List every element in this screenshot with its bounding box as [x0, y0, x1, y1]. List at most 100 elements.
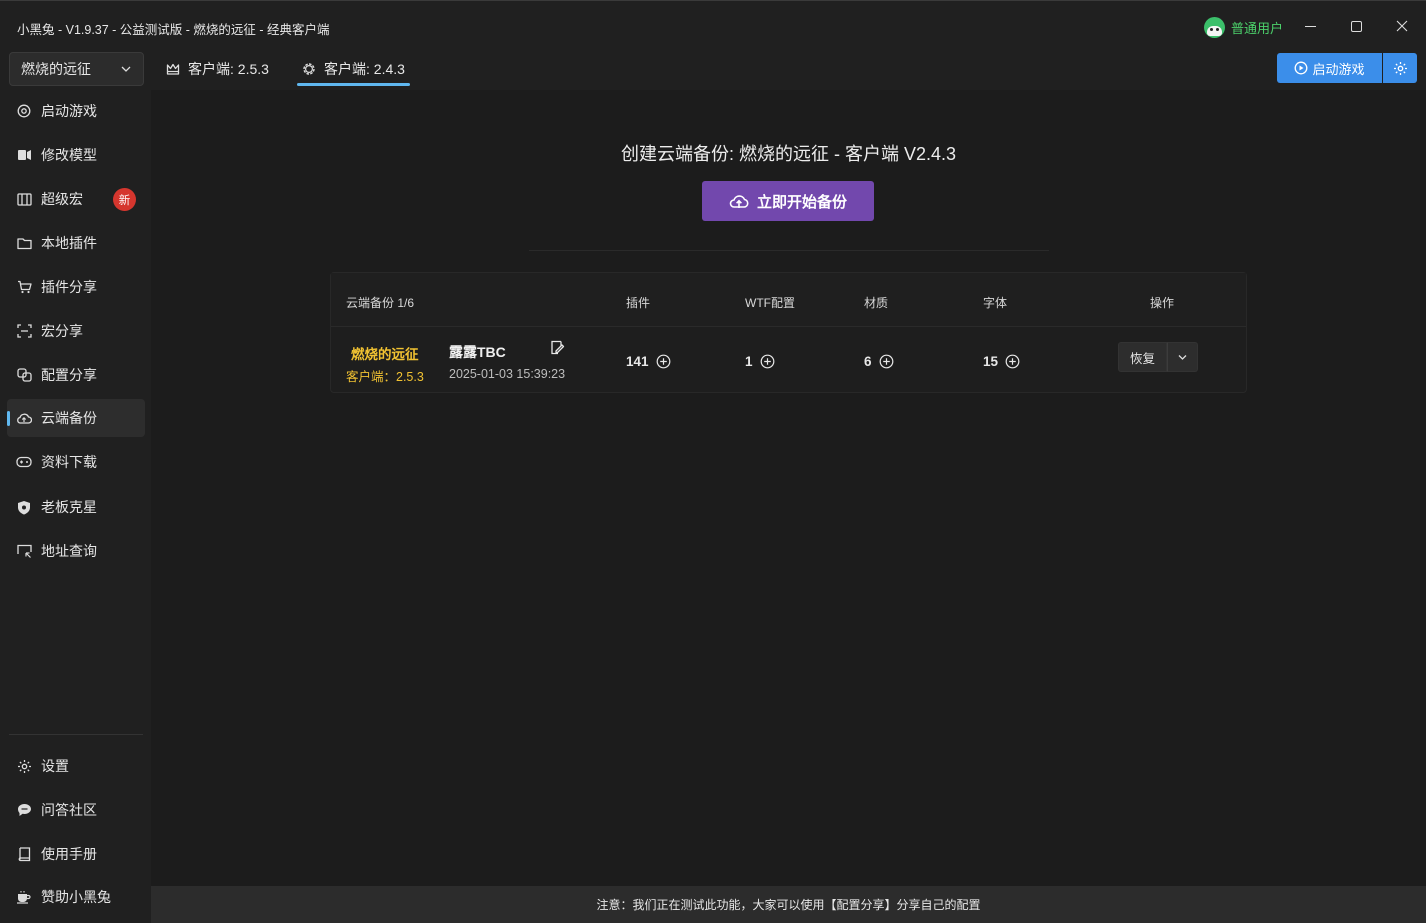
start-game-label: 启动游戏	[1312, 61, 1365, 77]
cloud-upload-icon	[729, 194, 749, 208]
sidebar-item-label: 本地插件	[41, 235, 97, 251]
book-icon	[16, 846, 32, 862]
chevron-down-icon	[1178, 354, 1187, 360]
sidebar: 燃烧的远征 启动游戏 修改模型 超级宏 新 本地插件 插件分享 宏分享 配置分享…	[0, 50, 151, 923]
row-game: 燃烧的远征	[351, 347, 419, 362]
tab-client-253[interactable]: 客户端: 2.5.3	[166, 50, 269, 88]
main-content: 客户端: 2.5.3 客户端: 2.4.3 启动游戏 创建云端备份: 燃烧的远征…	[151, 50, 1426, 923]
settings-button[interactable]	[1383, 53, 1417, 83]
minimize-button[interactable]	[1287, 1, 1333, 51]
wtf-count: 1	[745, 354, 753, 369]
row-date: 2025-01-03 15:39:23	[449, 367, 566, 381]
tab-client-243[interactable]: 客户端: 2.4.3	[297, 50, 410, 88]
sidebar-item-config-share[interactable]: 配置分享	[7, 356, 145, 394]
footer-text: 注意：我们正在测试此功能，大家可以使用【配置分享】分享自己的配置	[596, 898, 981, 912]
avatar	[1204, 16, 1225, 38]
materials-count: 6	[864, 354, 872, 369]
sidebar-item-cloud-backup[interactable]: 云端备份	[7, 399, 145, 437]
title-bar: 小黑兔 - V1.9.37 - 公益测试版 - 燃烧的远征 - 经典客户端 普通…	[0, 0, 1426, 50]
add-circle-icon[interactable]	[879, 354, 894, 369]
add-circle-icon[interactable]	[656, 354, 671, 369]
macro-icon	[16, 191, 32, 207]
game-select-value: 燃烧的远征	[21, 61, 91, 77]
chevron-down-icon	[121, 66, 131, 72]
sidebar-item-label: 配置分享	[41, 367, 97, 383]
target-icon	[16, 103, 32, 119]
shield-icon	[16, 499, 32, 515]
game-select[interactable]: 燃烧的远征	[9, 52, 144, 86]
sidebar-item-addon-share[interactable]: 插件分享	[7, 268, 145, 306]
sidebar-item-community[interactable]: 问答社区	[7, 791, 145, 829]
scan-icon	[16, 323, 32, 339]
start-backup-button[interactable]: 立即开始备份	[702, 181, 874, 221]
row-addons: 141	[626, 354, 671, 369]
start-backup-label: 立即开始备份	[756, 193, 847, 211]
sidebar-item-macro-share[interactable]: 宏分享	[7, 312, 145, 350]
sidebar-item-label: 超级宏	[41, 191, 83, 207]
crown-icon	[166, 63, 180, 75]
sidebar-item-address-lookup[interactable]: 地址查询	[7, 532, 145, 570]
screen-icon	[16, 543, 32, 559]
sidebar-item-downloads[interactable]: 资料下载	[7, 443, 145, 481]
backup-table: 云端备份 1/6 插件 WTF配置 材质 字体 操作 燃烧的远征 客户端：2.5…	[330, 272, 1247, 393]
sidebar-item-label: 宏分享	[41, 323, 83, 339]
sidebar-item-label: 插件分享	[41, 279, 97, 295]
maximize-button[interactable]	[1333, 1, 1379, 51]
sidebar-item-boss-key[interactable]: 老板克星	[7, 488, 145, 526]
sidebar-item-sponsor[interactable]: 赞助小黑兔	[7, 878, 145, 916]
row-fonts: 15	[983, 354, 1020, 369]
coffee-icon	[16, 889, 32, 905]
row-materials: 6	[864, 354, 894, 369]
sidebar-item-label: 启动游戏	[41, 103, 97, 119]
start-game-button[interactable]: 启动游戏	[1277, 53, 1382, 83]
model-icon	[16, 147, 32, 163]
header-materials: 材质	[864, 296, 889, 310]
gear-icon	[1393, 61, 1407, 75]
header-wtf: WTF配置	[745, 296, 795, 310]
sidebar-item-settings[interactable]: 设置	[7, 747, 145, 785]
sidebar-item-label: 问答社区	[41, 802, 97, 818]
link-icon	[16, 367, 32, 383]
add-circle-icon[interactable]	[1005, 354, 1020, 369]
header-addons: 插件	[626, 296, 651, 310]
header-backup: 云端备份 1/6	[346, 296, 415, 310]
close-button[interactable]	[1379, 1, 1425, 51]
restore-label: 恢复	[1129, 351, 1155, 366]
row-wtf: 1	[745, 354, 775, 369]
table-header: 云端备份 1/6 插件 WTF配置 材质 字体 操作	[331, 273, 1246, 327]
client-tabs: 客户端: 2.5.3 客户端: 2.4.3 启动游戏	[151, 50, 1426, 90]
sidebar-item-label: 使用手册	[41, 846, 97, 862]
sidebar-item-local-addons[interactable]: 本地插件	[7, 224, 145, 262]
minimize-icon	[1304, 25, 1316, 27]
row-client: 客户端：2.5.3	[346, 370, 424, 384]
sidebar-item-label: 云端备份	[41, 410, 97, 426]
divider	[529, 250, 1049, 251]
sidebar-item-label: 地址查询	[41, 543, 97, 559]
restore-button[interactable]: 恢复	[1118, 342, 1167, 372]
sidebar-item-manual[interactable]: 使用手册	[7, 835, 145, 873]
sidebar-item-models[interactable]: 修改模型	[7, 136, 145, 174]
backup-title: 创建云端备份: 燃烧的远征 - 客户端 V2.4.3	[620, 144, 957, 164]
edit-icon[interactable]	[550, 340, 565, 355]
sidebar-item-label: 资料下载	[41, 454, 97, 470]
maximize-icon	[1350, 20, 1362, 32]
new-badge: 新	[113, 188, 136, 211]
tab-label: 客户端: 2.4.3	[324, 61, 405, 77]
close-icon	[1396, 20, 1408, 32]
gamepad-icon	[16, 454, 32, 470]
user-badge[interactable]: 普通用户	[1204, 16, 1283, 38]
add-circle-icon[interactable]	[760, 354, 775, 369]
sidebar-item-label: 老板克星	[41, 499, 97, 515]
gear-icon	[303, 63, 315, 75]
restore-dropdown-button[interactable]	[1167, 342, 1198, 372]
header-actions: 操作	[1150, 296, 1175, 310]
table-row: 燃烧的远征 客户端：2.5.3 露露TBC 2025-01-03 15:39:2…	[331, 328, 1246, 392]
addons-count: 141	[626, 354, 649, 369]
sidebar-item-launch[interactable]: 启动游戏	[7, 92, 145, 130]
sidebar-item-label: 修改模型	[41, 147, 97, 163]
window-title: 小黑兔 - V1.9.37 - 公益测试版 - 燃烧的远征 - 经典客户端	[17, 23, 330, 37]
gear-icon	[16, 758, 32, 774]
play-icon	[1295, 61, 1308, 75]
sidebar-item-macro[interactable]: 超级宏 新	[7, 180, 145, 218]
tab-label: 客户端: 2.5.3	[188, 61, 269, 77]
